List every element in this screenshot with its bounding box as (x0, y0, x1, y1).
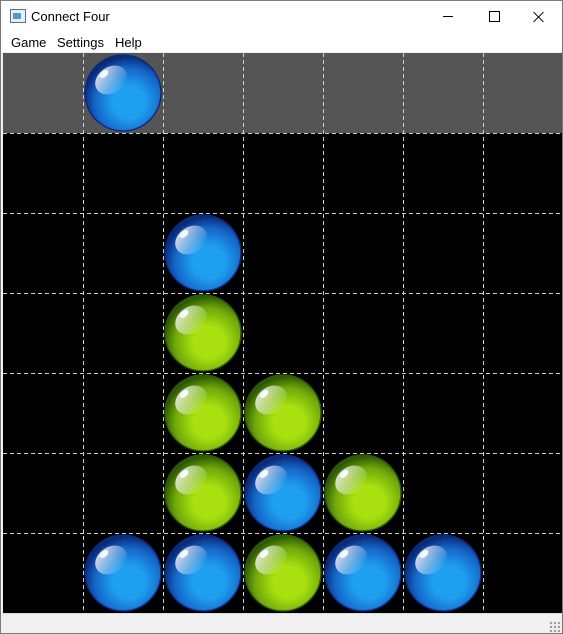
green-piece (244, 534, 322, 612)
blue-piece (244, 454, 322, 532)
close-icon (533, 11, 545, 23)
resize-grip-icon[interactable] (549, 621, 560, 632)
menu-help[interactable]: Help (115, 35, 142, 51)
menu-game[interactable]: Game (11, 35, 46, 51)
green-piece (164, 454, 242, 532)
app-window-icon (10, 9, 26, 23)
maximize-icon (488, 11, 500, 22)
minimize-button[interactable] (425, 1, 471, 32)
close-button[interactable] (516, 1, 562, 32)
app-window: Connect Four Game Settings Help (0, 0, 563, 634)
status-bar (1, 613, 562, 633)
blue-piece (84, 534, 162, 612)
green-piece (244, 374, 322, 452)
green-piece (324, 454, 402, 532)
title-bar[interactable]: Connect Four (1, 1, 562, 32)
blue-piece (164, 214, 242, 292)
game-board[interactable] (3, 53, 562, 613)
menu-settings[interactable]: Settings (57, 35, 104, 51)
blue-piece (404, 534, 482, 612)
menu-bar: Game Settings Help (1, 32, 562, 52)
maximize-button[interactable] (471, 1, 517, 32)
blue-piece (324, 534, 402, 612)
green-piece (164, 374, 242, 452)
blue-piece (84, 54, 162, 132)
window-title: Connect Four (31, 9, 110, 24)
green-piece (164, 294, 242, 372)
minimize-icon (443, 16, 453, 17)
blue-piece (164, 534, 242, 612)
